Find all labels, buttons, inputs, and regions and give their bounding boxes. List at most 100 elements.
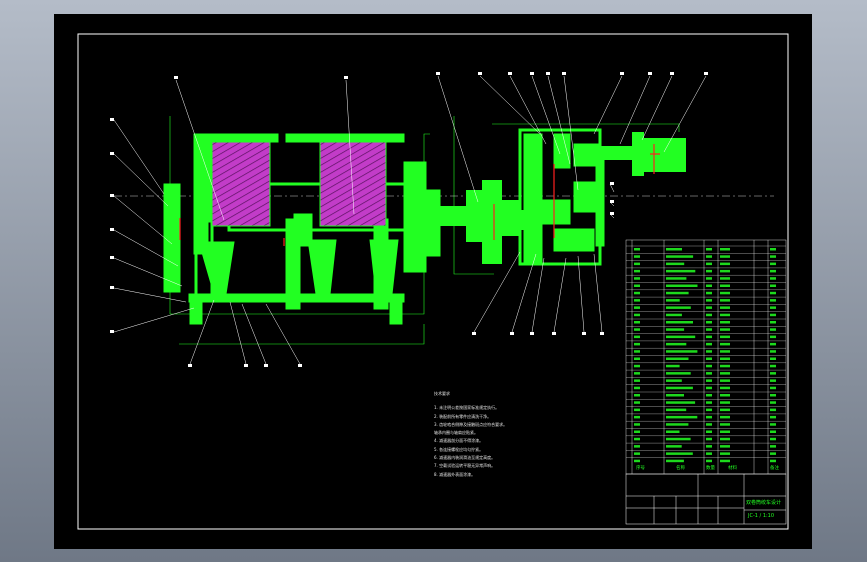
parts-cell-glyphs (770, 445, 776, 448)
parts-cell-glyphs (706, 386, 712, 390)
parts-cell-glyphs (770, 357, 776, 360)
parts-cell-glyphs (666, 386, 693, 390)
parts-cell-glyphs (706, 430, 712, 433)
parts-cell-glyphs (666, 452, 693, 455)
parts-cell-glyphs (634, 342, 640, 346)
parts-cell-glyphs (634, 269, 640, 273)
parts-cell-glyphs (720, 291, 730, 295)
note-line: 3. 齿轮啮合侧隙及接触斑点应符合要求。 (434, 421, 508, 427)
parts-cell-glyphs (770, 321, 776, 324)
parts-cell-glyphs (706, 437, 712, 441)
parts-cell-glyphs (770, 350, 776, 353)
assembly-drawing (77, 33, 789, 530)
cad-viewport[interactable]: 技术要求 1. 未注明公差按国家标准规定执行。 2. 装配前所有零件应清洗干净。… (54, 14, 812, 549)
parts-cell-glyphs (770, 379, 776, 382)
parts-cell-glyphs (634, 306, 640, 309)
parts-cell-glyphs (706, 248, 712, 251)
parts-cell-glyphs (720, 423, 730, 426)
parts-cell-glyphs (666, 342, 687, 346)
parts-cell-glyphs (720, 415, 730, 419)
note-line: 4. 减速器剖分面不得涂漆。 (434, 438, 484, 444)
motor-brake (596, 132, 686, 176)
parts-cell-glyphs (706, 452, 712, 455)
note-line: 1. 未注明公差按国家标准规定执行。 (434, 405, 500, 411)
parts-cell-glyphs (634, 248, 640, 251)
parts-cell-glyphs (720, 459, 730, 463)
parts-cell-glyphs (720, 321, 730, 324)
parts-cell-glyphs (706, 357, 712, 360)
parts-cell-glyphs (706, 299, 712, 302)
parts-cell-glyphs (706, 415, 712, 419)
parts-cell-glyphs (770, 255, 776, 258)
parts-header-material: 材料 (728, 466, 737, 471)
parts-cell-glyphs (720, 430, 730, 433)
parts-cell-glyphs (666, 306, 691, 309)
parts-cell-glyphs (634, 313, 640, 317)
parts-cell-glyphs (770, 423, 776, 426)
parts-cell-glyphs (706, 423, 712, 426)
parts-cell-glyphs (634, 394, 640, 397)
parts-cell-glyphs (666, 394, 684, 397)
parts-cell-glyphs (634, 291, 640, 295)
parts-cell-glyphs (706, 284, 712, 287)
parts-cell-glyphs (634, 364, 640, 368)
parts-cell-glyphs (706, 328, 712, 331)
parts-cell-glyphs (706, 379, 712, 382)
parts-header-remark: 备注 (770, 466, 779, 471)
parts-cell-glyphs (634, 277, 640, 280)
drawing-name: 双卷筒绞车设计 (746, 500, 782, 506)
parts-cell-glyphs (720, 452, 730, 455)
parts-cell-glyphs (634, 452, 640, 455)
parts-cell-glyphs (720, 372, 730, 375)
parts-cell-glyphs (720, 306, 730, 309)
parts-cell-glyphs (706, 306, 712, 309)
parts-cell-glyphs (770, 408, 776, 412)
parts-cell-glyphs (720, 313, 730, 317)
parts-cell-glyphs (666, 350, 698, 353)
parts-cell-glyphs (770, 299, 776, 302)
note-line: 轴承内圈与轴肩应贴紧。 (434, 430, 478, 436)
parts-cell-glyphs (666, 357, 689, 360)
note-line: 8. 减速器外表面涂漆。 (434, 471, 476, 477)
parts-cell-glyphs (706, 277, 712, 280)
parts-cell-glyphs (720, 284, 730, 287)
parts-cell-glyphs (770, 313, 776, 317)
parts-cell-glyphs (666, 364, 680, 368)
parts-cell-glyphs (720, 269, 730, 273)
parts-cell-glyphs (634, 445, 640, 448)
notes-title: 技术要求 (434, 391, 450, 396)
parts-cell-glyphs (666, 437, 691, 441)
parts-cell-glyphs (634, 430, 640, 433)
parts-header-index: 序号 (636, 466, 645, 471)
parts-cell-glyphs (770, 430, 776, 433)
parts-cell-glyphs (666, 291, 689, 295)
parts-cell-glyphs (706, 313, 712, 317)
parts-cell-glyphs (770, 386, 776, 390)
parts-cell-glyphs (720, 357, 730, 360)
note-line: 6. 减速器内装润滑油至规定高度。 (434, 455, 496, 461)
parts-cell-glyphs (634, 357, 640, 360)
parts-cell-glyphs (770, 269, 776, 273)
parts-cell-glyphs (706, 350, 712, 353)
parts-cell-glyphs (634, 321, 640, 324)
parts-cell-glyphs (634, 408, 640, 412)
note-line: 7. 空载试验运转平稳无异常声响。 (434, 463, 496, 469)
parts-cell-glyphs (706, 335, 712, 339)
parts-cell-glyphs (770, 342, 776, 346)
parts-header-name: 名称 (676, 466, 685, 471)
parts-cell-glyphs (634, 379, 640, 382)
parts-cell-glyphs (770, 415, 776, 419)
parts-cell-glyphs (720, 299, 730, 302)
parts-cell-glyphs (634, 437, 640, 441)
parts-cell-glyphs (706, 291, 712, 295)
parts-cell-glyphs (770, 284, 776, 287)
parts-cell-glyphs (770, 372, 776, 375)
parts-cell-glyphs (770, 328, 776, 331)
parts-cell-glyphs (720, 328, 730, 331)
parts-cell-glyphs (770, 291, 776, 295)
parts-cell-glyphs (770, 277, 776, 280)
parts-cell-glyphs (720, 342, 730, 346)
parts-cell-glyphs (770, 248, 776, 251)
parts-cell-glyphs (770, 459, 776, 463)
parts-cell-glyphs (634, 386, 640, 390)
